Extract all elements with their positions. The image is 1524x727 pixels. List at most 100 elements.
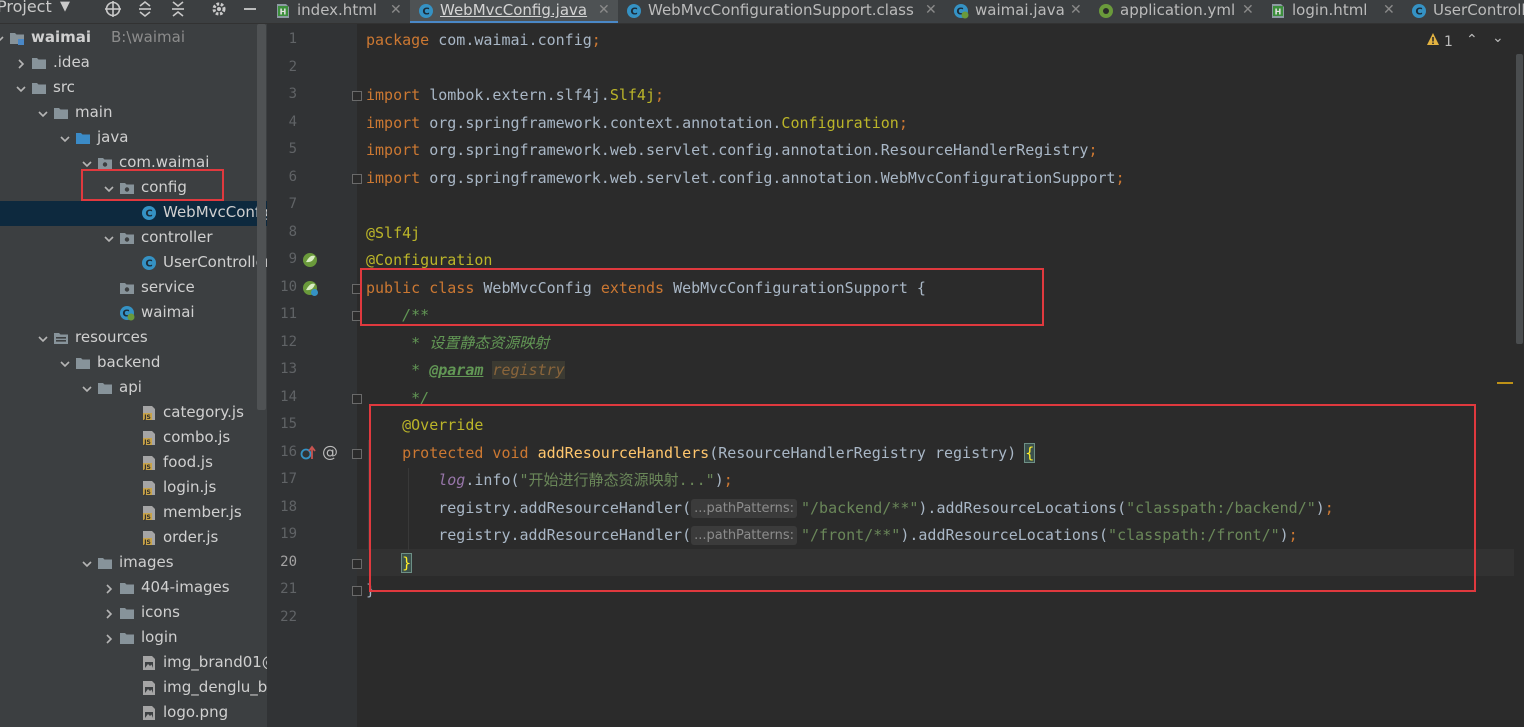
chevron-down-icon[interactable] xyxy=(59,131,71,145)
tree-item[interactable]: java xyxy=(0,126,267,151)
project-tree-scrollbar[interactable] xyxy=(257,24,266,410)
fold-marker-icon[interactable] xyxy=(352,586,362,596)
close-icon[interactable]: ✕ xyxy=(390,2,402,18)
fold-marker-icon[interactable] xyxy=(352,91,362,101)
fold-marker-icon[interactable] xyxy=(352,173,362,184)
chevron-down-icon[interactable]: ▼ xyxy=(60,0,70,14)
tree-item[interactable]: JS category.js xyxy=(0,401,267,426)
editor-tab[interactable]: C UserControll xyxy=(1403,0,1524,23)
code-line[interactable]: import lombok.extern.slf4j.Slf4j; xyxy=(366,82,664,109)
tree-item[interactable]: login xyxy=(0,626,267,651)
code-line[interactable]: * 设置静态资源映射 xyxy=(366,330,549,357)
code-line[interactable]: @Slf4j xyxy=(366,220,420,247)
code-token: ; xyxy=(898,113,908,132)
gear-icon[interactable] xyxy=(209,0,229,19)
close-icon[interactable]: ✕ xyxy=(1383,2,1395,18)
close-icon[interactable]: ✕ xyxy=(925,2,937,18)
editor-tab[interactable]: Hindex.html ✕ xyxy=(267,0,410,23)
minimize-icon[interactable] xyxy=(240,0,260,19)
chevron-down-icon[interactable] xyxy=(59,356,71,370)
tree-item[interactable]: resources xyxy=(0,326,267,351)
tree-item[interactable]: 404-images xyxy=(0,576,267,601)
tree-item[interactable]: src xyxy=(0,76,267,101)
tree-item[interactable]: C WebMvcConfig xyxy=(0,201,267,226)
editor-tab[interactable]: C WebMvcConfigurationSupport.class ✕ xyxy=(618,0,945,23)
locate-target-icon[interactable] xyxy=(103,0,123,19)
line-number: 12 xyxy=(280,333,297,350)
code-line[interactable]: import org.springframework.web.servlet.c… xyxy=(366,165,1125,192)
expand-all-icon[interactable] xyxy=(135,0,155,19)
collapse-all-icon[interactable] xyxy=(168,0,188,19)
highlight-box-config xyxy=(81,169,224,201)
tree-item[interactable]: main xyxy=(0,101,267,126)
overrides-method-icon[interactable] xyxy=(299,444,317,462)
svg-text:JS: JS xyxy=(143,439,151,446)
tree-item[interactable]: icons xyxy=(0,601,267,626)
tree-item[interactable]: controller xyxy=(0,226,267,251)
chevron-down-icon[interactable] xyxy=(81,381,93,395)
at-annotation-icon[interactable]: @ xyxy=(322,442,338,461)
chevron-right-icon[interactable] xyxy=(103,606,115,620)
line-number: 2 xyxy=(288,58,297,75)
spring-bean-icon[interactable] xyxy=(301,251,319,269)
tree-item[interactable]: images xyxy=(0,551,267,576)
tree-item[interactable]: JS order.js xyxy=(0,526,267,551)
tree-item[interactable]: service xyxy=(0,276,267,301)
chevron-down-icon[interactable] xyxy=(37,331,49,345)
spring-bean-run-icon[interactable] xyxy=(301,279,319,297)
tree-item[interactable]: img_brand01@2 xyxy=(0,651,267,676)
chevron-right-icon[interactable] xyxy=(103,631,115,645)
tree-item[interactable]: JS food.js xyxy=(0,451,267,476)
tree-item[interactable]: JS member.js xyxy=(0,501,267,526)
package-icon xyxy=(119,230,135,246)
chevron-down-icon[interactable] xyxy=(81,156,93,170)
close-icon[interactable]: ✕ xyxy=(598,2,610,18)
code-token: @param xyxy=(429,361,484,379)
code-line[interactable]: import org.springframework.context.annot… xyxy=(366,110,908,137)
code-token: ; xyxy=(1115,168,1125,187)
chevron-down-icon[interactable] xyxy=(103,231,115,245)
line-number: 7 xyxy=(288,196,297,212)
code-line[interactable]: package com.waimai.config; xyxy=(366,27,601,54)
svg-text:JS: JS xyxy=(143,464,151,471)
tree-item[interactable]: backend xyxy=(0,351,267,376)
svg-text:H: H xyxy=(1275,8,1282,17)
chevron-right-icon[interactable] xyxy=(15,56,27,70)
chevron-down-icon[interactable]: ⌄ xyxy=(1492,30,1504,46)
code-line[interactable]: import org.springframework.web.servlet.c… xyxy=(366,137,1098,164)
chevron-down-icon[interactable] xyxy=(0,31,5,45)
tree-item[interactable]: .idea xyxy=(0,51,267,76)
editor-tab[interactable]: application.yml ✕ xyxy=(1090,0,1262,23)
tree-item[interactable]: Cwaimai xyxy=(0,301,267,326)
editor-scrollbar[interactable] xyxy=(1514,24,1524,727)
fold-marker-icon[interactable] xyxy=(352,393,362,404)
editor-tab[interactable]: Cwaimai.java ✕ xyxy=(945,0,1090,23)
chevron-right-icon[interactable] xyxy=(103,581,115,595)
tree-item[interactable]: JS combo.js xyxy=(0,426,267,451)
fold-marker-icon[interactable] xyxy=(352,558,362,569)
chevron-down-icon[interactable] xyxy=(15,81,27,95)
project-panel-title[interactable]: Project xyxy=(0,0,52,16)
warning-icon[interactable] xyxy=(1426,32,1440,46)
code-token: package xyxy=(366,31,439,49)
close-icon[interactable]: ✕ xyxy=(1242,2,1254,18)
tree-item[interactable]: api xyxy=(0,376,267,401)
tree-item[interactable]: C UserController xyxy=(0,251,267,276)
fold-marker-icon[interactable] xyxy=(352,448,362,459)
scrollbar-thumb[interactable] xyxy=(1516,54,1523,344)
tree-item[interactable]: JS login.js xyxy=(0,476,267,501)
code-line[interactable]: * @param registry xyxy=(366,357,565,384)
tree-item[interactable]: waimai B:\waimai xyxy=(0,26,267,51)
editor-tab[interactable]: Hlogin.html ✕ xyxy=(1262,0,1403,23)
editor-tab-label: login.html xyxy=(1292,1,1368,19)
editor-tab[interactable]: C WebMvcConfig.java ✕ xyxy=(410,0,618,23)
tree-item[interactable]: img_denglu_bj.j xyxy=(0,676,267,701)
code-token: @Configuration xyxy=(366,251,493,269)
chevron-up-icon[interactable]: ⌃ xyxy=(1466,32,1478,48)
chevron-down-icon[interactable] xyxy=(37,106,49,120)
tree-item[interactable]: logo.png xyxy=(0,701,267,726)
warning-stripe-marker[interactable] xyxy=(1497,382,1513,384)
js-file-icon: JS xyxy=(141,405,157,421)
close-icon[interactable]: ✕ xyxy=(1070,2,1082,18)
chevron-down-icon[interactable] xyxy=(81,556,93,570)
